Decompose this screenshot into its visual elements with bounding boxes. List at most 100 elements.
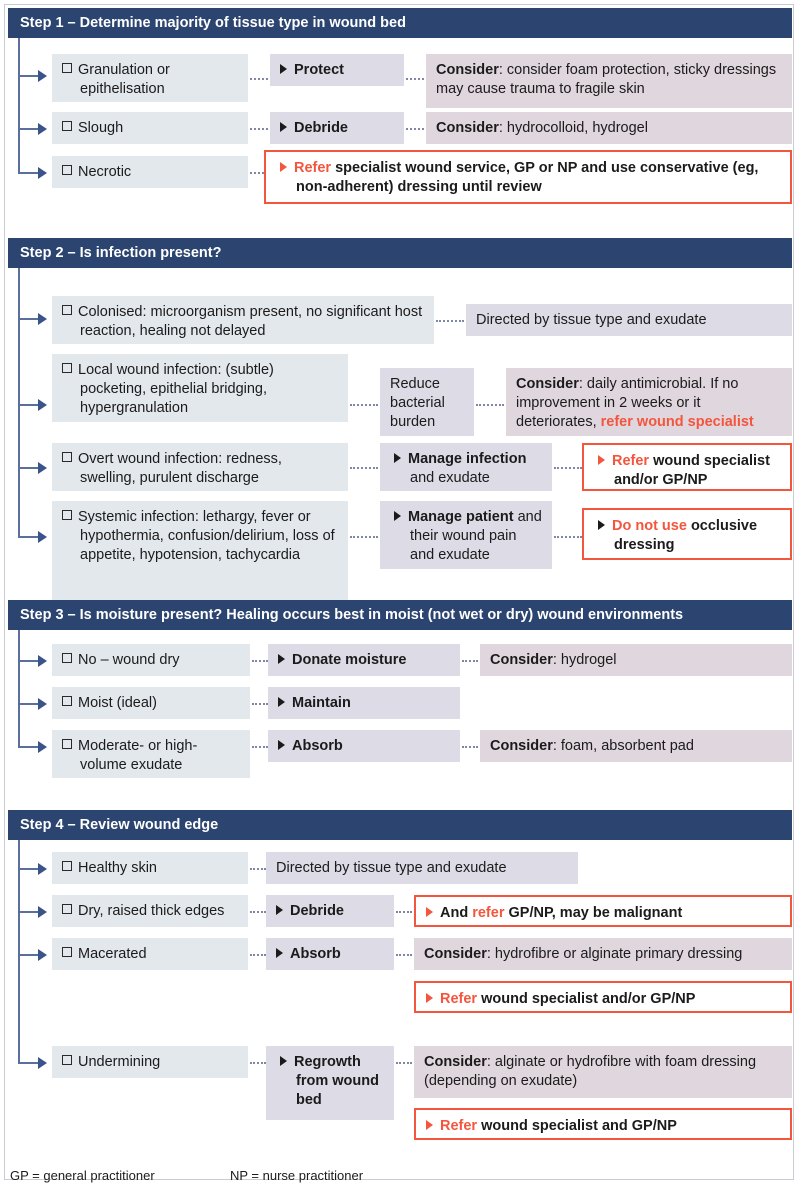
step-4-alert-2[interactable]: And refer GP/NP, may be malignant (414, 895, 792, 927)
step-4-alert-4[interactable]: Refer wound specialist and/or GP/NP (414, 981, 792, 1013)
checkbox-icon[interactable] (62, 510, 72, 520)
checkbox-icon[interactable] (62, 363, 72, 373)
checkbox-icon[interactable] (62, 305, 72, 315)
checkbox-icon[interactable] (62, 1055, 72, 1065)
triangle-bullet-icon (280, 1056, 287, 1066)
step-4-consider-3-label: Consider (424, 946, 487, 962)
step-4-alert-6[interactable]: Refer wound specialist and GP/NP (414, 1108, 792, 1140)
step-2-alert-3[interactable]: Refer wound specialist and/or GP/NP (582, 443, 792, 491)
step-1-condition-3[interactable]: Necrotic (52, 156, 248, 188)
step-3-action-2[interactable]: Maintain (268, 687, 460, 719)
step-2-condition-4[interactable]: Systemic infection: lethargy, fever or h… (52, 501, 348, 601)
step-4-action-3[interactable]: Absorb (266, 938, 394, 970)
step-1-arm-row3 (18, 172, 40, 174)
checkbox-icon[interactable] (62, 861, 72, 871)
step-2-connector-3a (350, 467, 378, 469)
step-1-arm-row2 (18, 128, 40, 130)
step-2-arm-row2 (18, 404, 40, 406)
step-2-consider-2[interactable]: Consider: daily antimicrobial. If no imp… (506, 368, 792, 436)
step-1-consider-2-text: : hydrocolloid, hydrogel (498, 120, 648, 136)
checkbox-icon[interactable] (62, 696, 72, 706)
step-1-consider-2[interactable]: Consider: hydrocolloid, hydrogel (426, 112, 792, 144)
step-2-plain-1[interactable]: Directed by tissue type and exudate (466, 304, 792, 336)
step-4-action-5[interactable]: Regrowth from wound bed (266, 1046, 394, 1120)
step-1-consider-1[interactable]: Consider: consider foam protection, stic… (426, 54, 792, 108)
triangle-bullet-icon (598, 455, 605, 465)
step-2-connector-1a (436, 320, 464, 322)
step-4-body: Healthy skin Directed by tissue type and… (8, 840, 792, 1140)
step-4-condition-1[interactable]: Healthy skin (52, 852, 248, 884)
step-2-condition-3[interactable]: Overt wound infection: redness, swelling… (52, 443, 348, 491)
step-2-action-4[interactable]: Manage patient and their wound pain and … (380, 501, 552, 569)
step-3-consider-1[interactable]: Consider: hydrogel (480, 644, 792, 676)
step-2-condition-1[interactable]: Colonised: microorganism present, no sig… (52, 296, 434, 344)
step-3-condition-2[interactable]: Moist (ideal) (52, 687, 250, 719)
step-4-plain-1-label: Directed by tissue type and exudate (276, 860, 507, 876)
step-4-condition-5[interactable]: Undermining (52, 1046, 248, 1078)
step-1-action-1[interactable]: Protect (270, 54, 404, 86)
step-3-action-1[interactable]: Donate moisture (268, 644, 460, 676)
step-2-consider-2-red: refer wound specialist (600, 414, 754, 430)
step-4-plain-1[interactable]: Directed by tissue type and exudate (266, 852, 578, 884)
checkbox-icon[interactable] (62, 739, 72, 749)
step-2-condition-2-label: Local wound infection: (subtle) pocketin… (78, 362, 274, 416)
footnote-np: NP = nurse practitioner (230, 1168, 364, 1183)
checkbox-icon[interactable] (62, 653, 72, 663)
step-2-arm-row3 (18, 467, 40, 469)
step-4-alert-2-rest: GP/NP, may be malignant (504, 905, 683, 921)
step-1-action-2[interactable]: Debride (270, 112, 404, 144)
step-1-condition-2[interactable]: Slough (52, 112, 248, 144)
step-3-arm-row1 (18, 660, 40, 662)
step-4-condition-5-label: Undermining (78, 1054, 161, 1070)
step-3-spine (18, 630, 20, 746)
step-2-alert-3-red: Refer (612, 453, 650, 469)
step-3-arrow-row2 (38, 698, 47, 710)
step-4-consider-5[interactable]: Consider: alginate or hydrofibre with fo… (414, 1046, 792, 1098)
checkbox-icon[interactable] (62, 947, 72, 957)
step-3-consider-3-label: Consider (490, 738, 553, 754)
step-1-section: Step 1 – Determine majority of tissue ty… (8, 8, 792, 213)
step-1-alert-3[interactable]: Refer specialist wound service, GP or NP… (264, 150, 792, 204)
step-3-condition-1[interactable]: No – wound dry (52, 644, 250, 676)
step-3-body: No – wound dry Donate moisture Consider:… (8, 630, 792, 780)
checkbox-icon[interactable] (62, 121, 72, 131)
step-1-connector-2a (250, 128, 268, 130)
checkbox-icon[interactable] (62, 165, 72, 175)
step-3-arm-row3 (18, 746, 40, 748)
step-3-connector-1a (252, 660, 268, 662)
step-4-arm-row1 (18, 868, 40, 870)
step-1-arrow-row2 (38, 123, 47, 135)
step-3-consider-3[interactable]: Consider: foam, absorbent pad (480, 730, 792, 762)
triangle-bullet-icon (394, 453, 401, 463)
step-1-consider-2-label: Consider (436, 120, 499, 136)
step-2-action-2[interactable]: Reduce bacterial burden (380, 368, 474, 436)
step-1-condition-1[interactable]: Granulation or epithelisation (52, 54, 248, 102)
step-1-connector-1a (250, 78, 268, 80)
checkbox-icon[interactable] (62, 452, 72, 462)
step-2-action-3[interactable]: Manage infection and exudate (380, 443, 552, 491)
triangle-bullet-icon (278, 654, 285, 664)
step-4-condition-2[interactable]: Dry, raised thick edges (52, 895, 248, 927)
step-4-action-2[interactable]: Debride (266, 895, 394, 927)
step-4-consider-3[interactable]: Consider: hydrofibre or alginate primary… (414, 938, 792, 970)
step-4-connector-3b (396, 954, 412, 956)
step-3-action-3[interactable]: Absorb (268, 730, 460, 762)
step-3-consider-1-text: : hydrogel (552, 652, 617, 668)
checkbox-icon[interactable] (62, 904, 72, 914)
step-2-alert-4[interactable]: Do not use occlusive dressing (582, 508, 792, 560)
step-2-condition-3-label: Overt wound infection: redness, swelling… (78, 451, 282, 486)
triangle-bullet-icon (280, 122, 287, 132)
step-3-condition-3[interactable]: Moderate- or high-volume exudate (52, 730, 250, 778)
step-2-condition-2[interactable]: Local wound infection: (subtle) pocketin… (52, 354, 348, 422)
checkbox-icon[interactable] (62, 63, 72, 73)
step-1-action-1-label: Protect (294, 62, 344, 78)
step-4-connector-3a (250, 954, 266, 956)
step-3-action-2-label: Maintain (292, 695, 351, 711)
step-4-connector-2a (250, 911, 266, 913)
step-2-action-3-strong: Manage infection (408, 451, 527, 467)
step-3-action-3-label: Absorb (292, 738, 343, 754)
step-4-header: Step 4 – Review wound edge (8, 810, 792, 840)
triangle-bullet-icon (278, 740, 285, 750)
step-4-condition-3[interactable]: Macerated (52, 938, 248, 970)
step-1-condition-3-label: Necrotic (78, 164, 132, 180)
